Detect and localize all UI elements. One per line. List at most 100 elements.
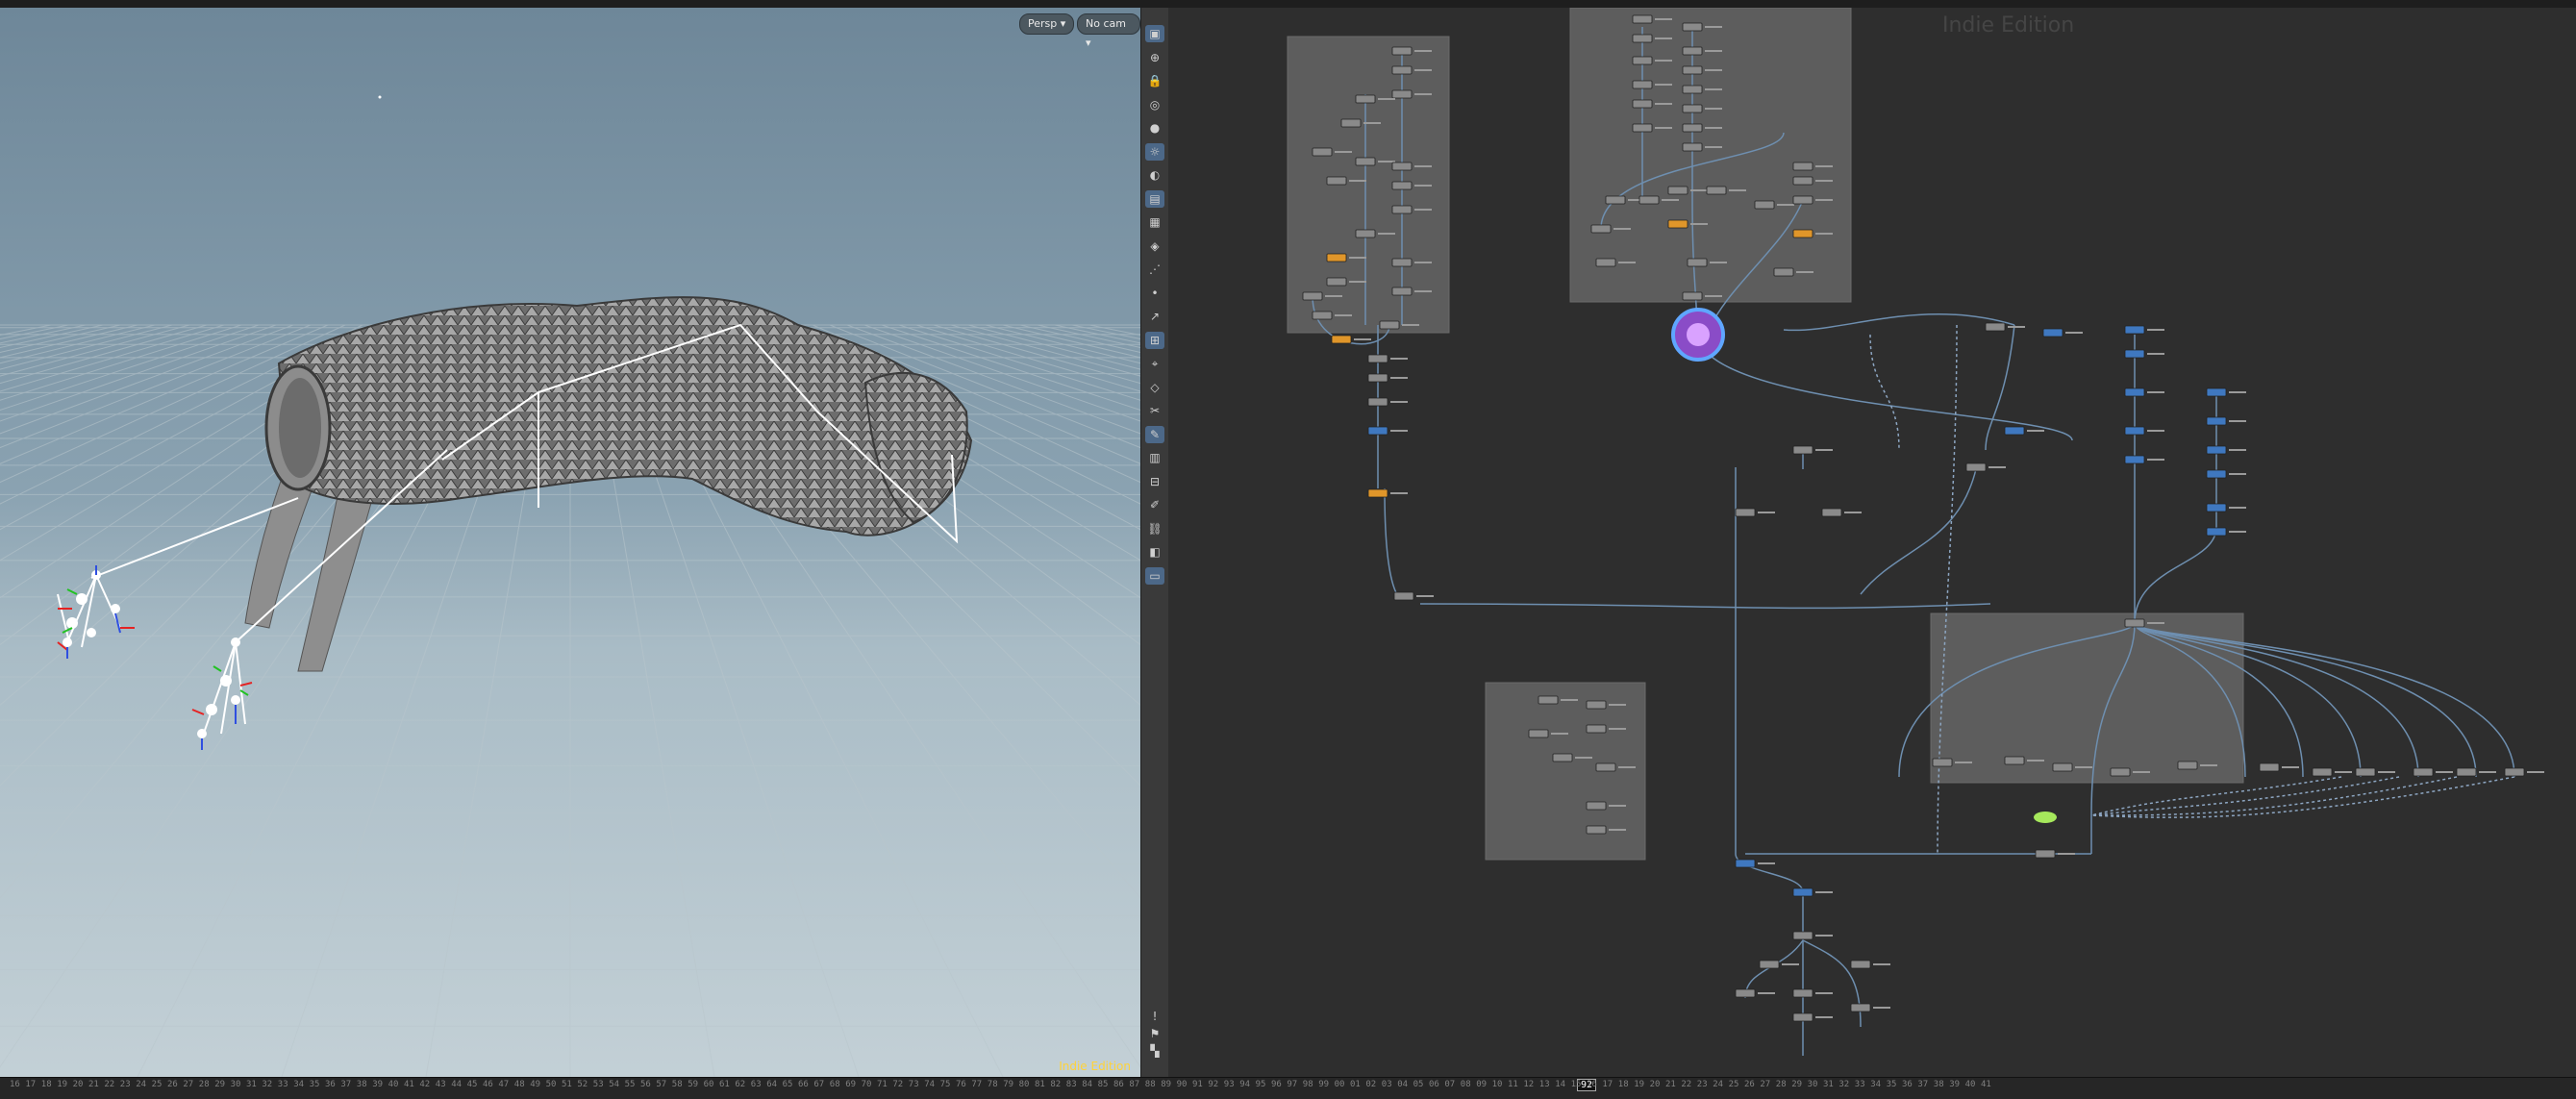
network-node[interactable] [2312,767,2333,777]
playbar-timeline[interactable]: 92 16 17 18 19 20 21 22 23 24 25 26 27 28 29 30 31 32 33 3… [0,1077,2576,1099]
display-toggle-icon[interactable]: ◧ [1145,543,1164,561]
node-network-editor[interactable]: Indie Edition [1168,8,2576,1077]
camera-icon[interactable]: ▤ [1145,189,1164,208]
paint-icon[interactable]: ✐ [1145,496,1164,513]
network-node[interactable] [2052,762,2073,772]
network-node[interactable] [1706,186,1727,195]
network-node[interactable] [2206,503,2227,512]
network-node[interactable] [2124,618,2145,628]
network-node[interactable] [1326,253,1347,262]
network-node[interactable] [1355,229,1376,238]
network-node[interactable] [1632,14,1653,24]
network-node[interactable] [1391,89,1413,99]
network-node[interactable] [1367,488,1388,498]
network-node[interactable] [1682,123,1703,133]
network-node[interactable] [1682,22,1703,32]
network-node[interactable] [1312,311,1333,320]
network-node[interactable] [2110,767,2131,777]
brush-icon[interactable]: ✎ [1145,425,1164,443]
network-node[interactable] [1528,729,1549,738]
network-node[interactable] [1391,46,1413,56]
network-node[interactable] [1340,118,1362,128]
cam-select-menu[interactable]: No cam ▾ [1077,13,1140,49]
network-node[interactable] [1850,1003,1871,1012]
network-node[interactable] [1821,508,1842,517]
point-icon[interactable]: • [1145,285,1164,302]
network-node[interactable] [2413,767,2434,777]
network-node[interactable] [1367,426,1388,436]
flag-icon[interactable]: ⚑ [1145,1025,1164,1042]
network-node[interactable] [1393,591,1414,601]
network-node[interactable] [1632,99,1653,109]
wire-icon[interactable]: ◈ [1145,237,1164,255]
light-icon[interactable]: ☼ [1145,142,1164,161]
display-icon[interactable]: ▦ [1145,213,1164,231]
network-node[interactable] [1538,695,1559,705]
network-node[interactable] [1850,960,1871,969]
lock-icon[interactable]: 🔒 [1145,72,1164,89]
network-node[interactable] [1355,157,1376,166]
network-node[interactable] [1302,291,1323,301]
scene-viewport[interactable]: Persp ▾ No cam ▾ Indie Edition [0,8,1140,1077]
network-node[interactable] [1326,176,1347,186]
network-node[interactable] [2259,762,2280,772]
network-node[interactable] [1367,354,1388,363]
network-node[interactable] [1367,373,1388,383]
cut-icon[interactable]: ✂ [1145,402,1164,419]
network-node[interactable] [1985,322,2006,332]
shade-icon[interactable]: ⋰ [1145,261,1164,278]
network-node[interactable] [1682,291,1703,301]
network-node[interactable] [2124,387,2145,397]
network-node[interactable] [2504,767,2525,777]
network-node[interactable] [2004,756,2025,765]
network-node[interactable] [1367,397,1388,407]
network-node[interactable] [1391,65,1413,75]
network-node[interactable] [2124,349,2145,359]
network-node[interactable] [1792,162,1813,171]
chain-icon[interactable]: ⛓ [1145,520,1164,537]
network-node[interactable] [1792,445,1813,455]
network-node[interactable] [1792,931,1813,940]
network-node[interactable] [1605,195,1626,205]
ghost-icon[interactable]: ◇ [1145,379,1164,396]
network-node[interactable] [1792,988,1813,998]
network-node[interactable] [1735,988,1756,998]
network-node[interactable] [1792,195,1813,205]
network-node[interactable] [1586,724,1607,734]
network-node[interactable] [2355,767,2376,777]
network-node[interactable] [1552,753,1573,762]
network-node[interactable] [1759,960,1780,969]
network-node[interactable] [2456,767,2477,777]
network-node[interactable] [1792,176,1813,186]
network-node[interactable] [2177,761,2198,770]
network-node[interactable] [1586,700,1607,710]
network-node[interactable] [1355,94,1376,104]
move-icon[interactable]: ⊕ [1145,49,1164,66]
network-node[interactable] [1932,758,1953,767]
network-node[interactable] [1773,267,1794,277]
network-node[interactable] [1632,123,1653,133]
render-icon[interactable]: ● [1145,119,1164,137]
camera-menu[interactable]: Persp ▾ [1019,13,1075,35]
snap-icon[interactable]: ◎ [1145,96,1164,113]
network-node[interactable] [2124,426,2145,436]
network-node[interactable] [1391,205,1413,214]
network-node[interactable] [1391,258,1413,267]
network-node[interactable] [1595,258,1616,267]
normal-icon[interactable]: ↗ [1145,308,1164,325]
network-node[interactable] [2206,527,2227,537]
network-node[interactable] [1682,104,1703,113]
network-node[interactable] [2124,455,2145,464]
network-node[interactable] [1331,335,1352,344]
group-icon[interactable]: ⊟ [1145,473,1164,490]
network-node[interactable] [2124,325,2145,335]
network-node[interactable] [1667,219,1688,229]
network-node[interactable] [2042,328,2063,337]
network-node[interactable] [1682,65,1703,75]
info-icon[interactable]: ! [1145,1008,1164,1025]
grid-icon[interactable]: ⊞ [1145,331,1164,349]
select-icon[interactable]: ▣ [1145,25,1164,42]
network-node[interactable] [1682,85,1703,94]
network-node[interactable] [1792,887,1813,897]
network-node[interactable] [1632,56,1653,65]
